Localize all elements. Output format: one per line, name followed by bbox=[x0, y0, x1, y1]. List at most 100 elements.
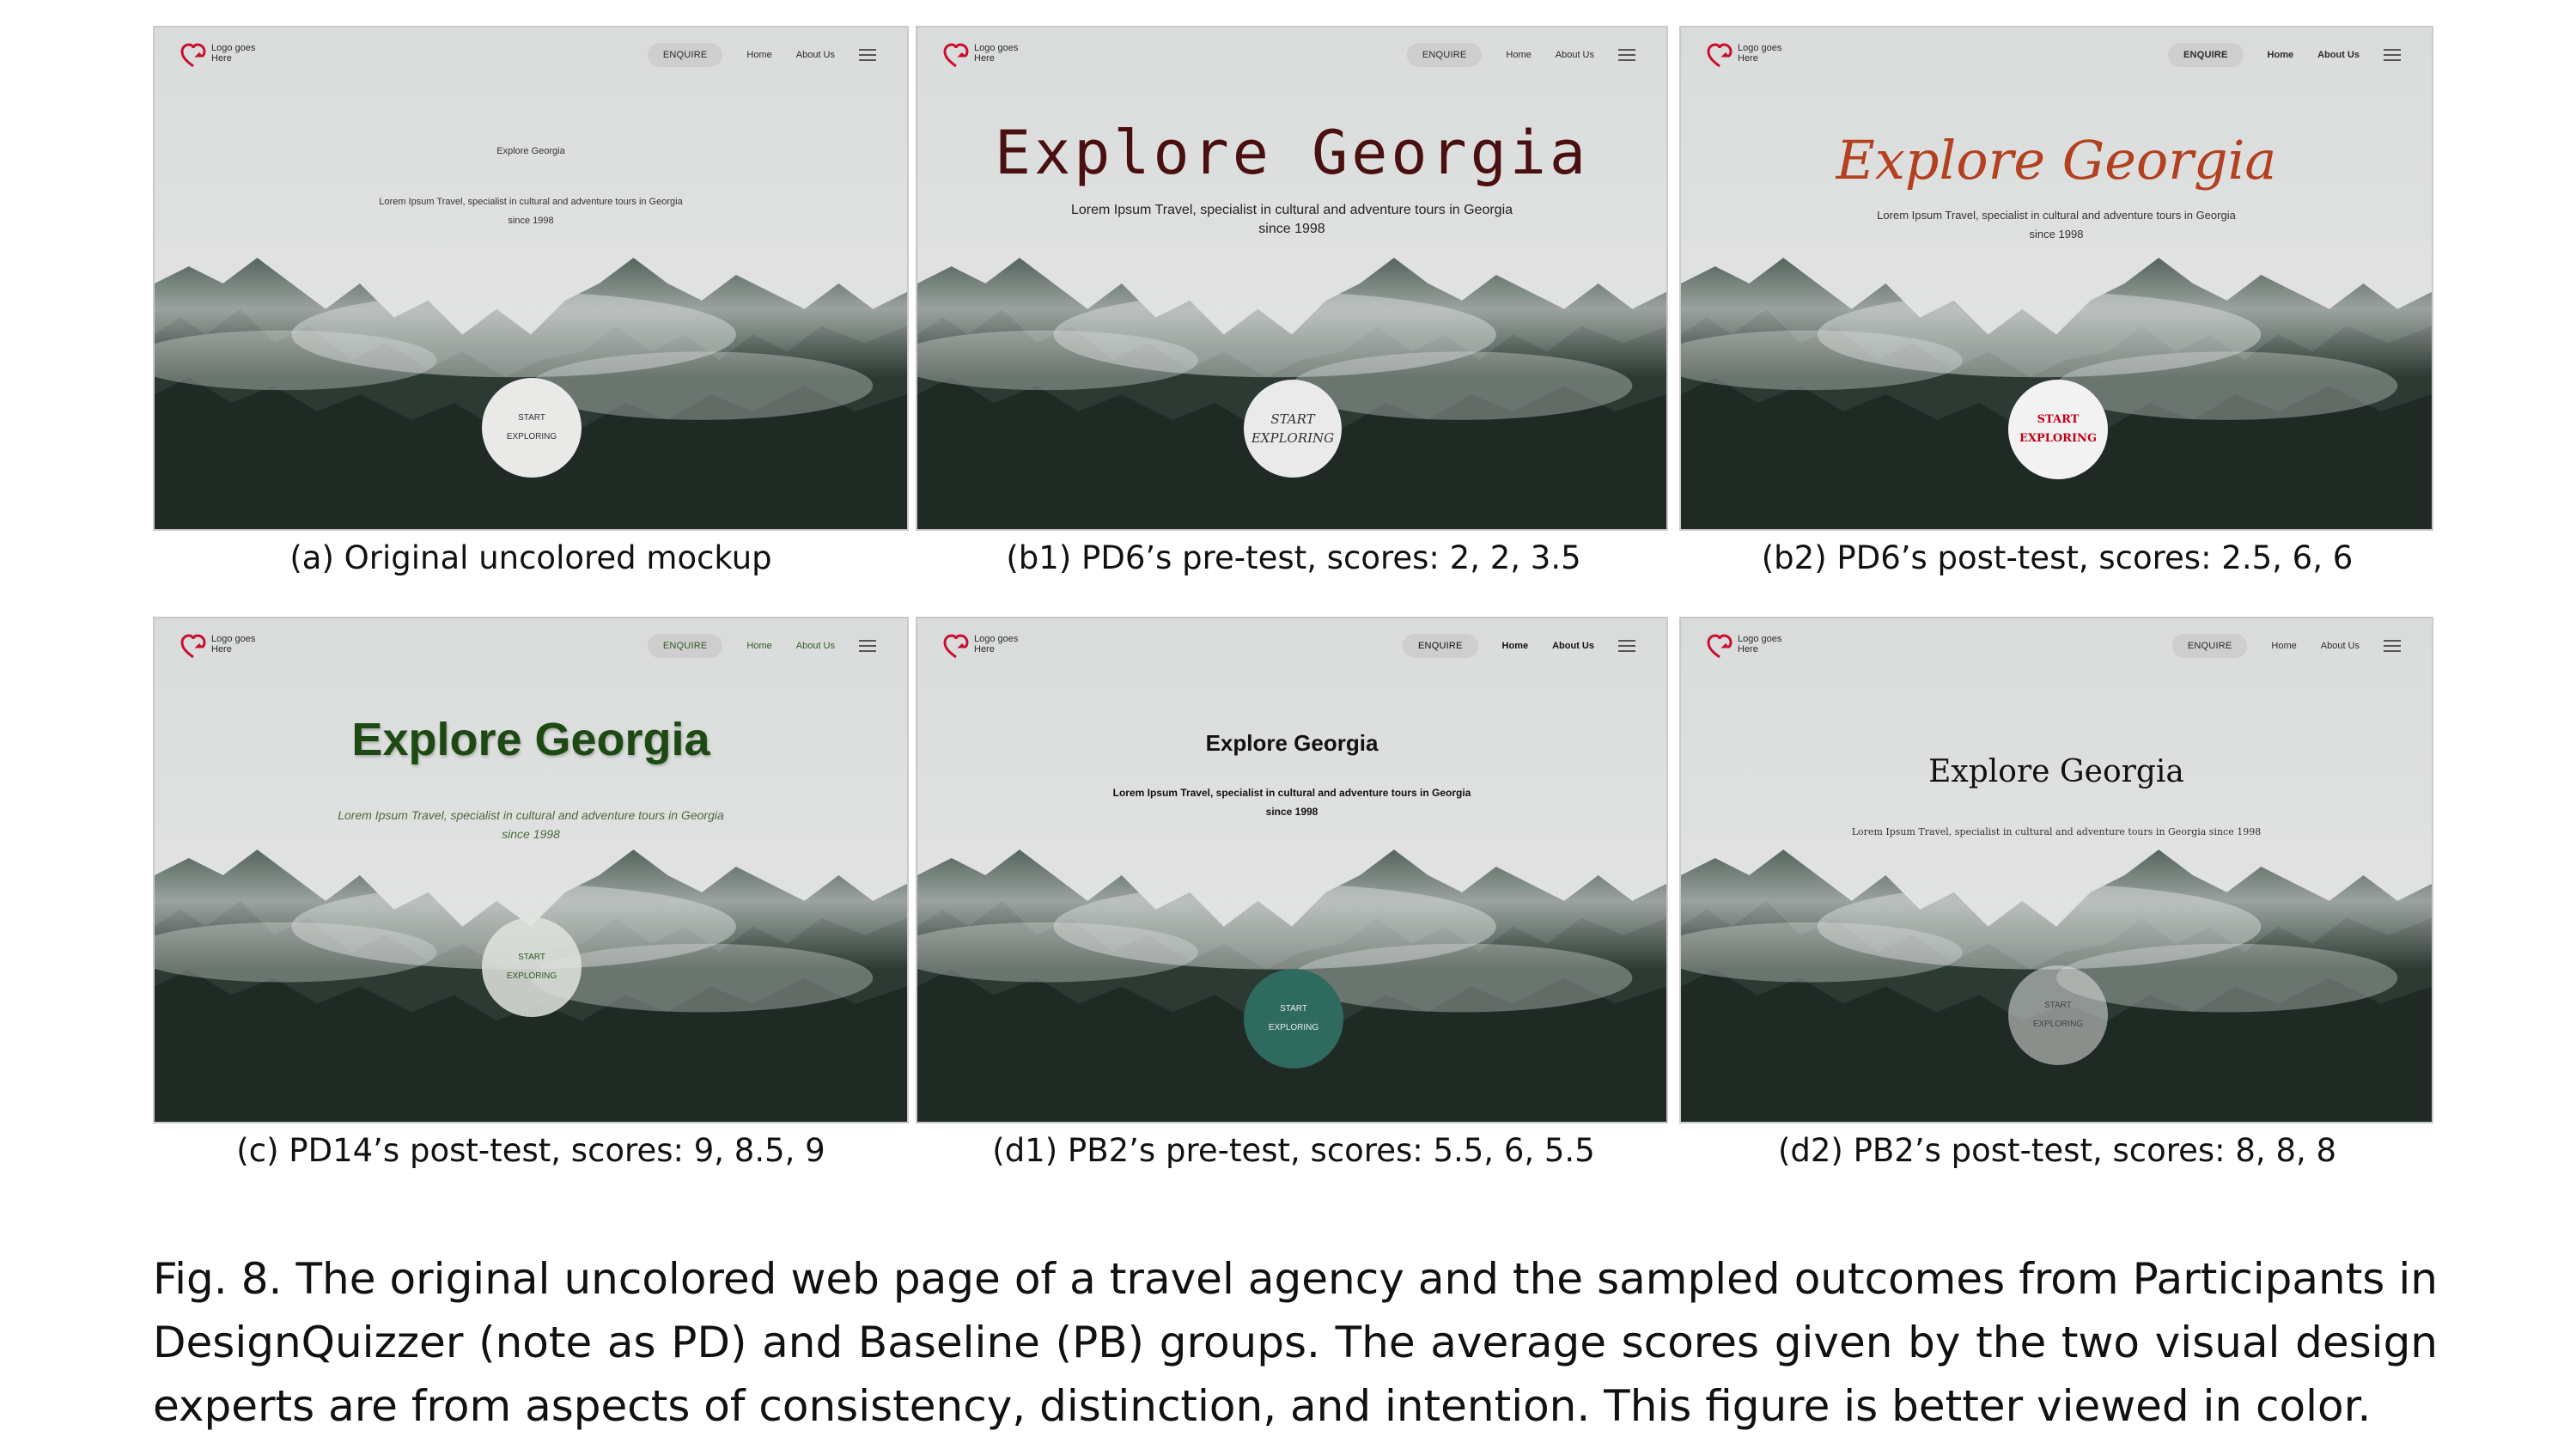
cta-line-2: EXPLORING bbox=[1268, 1023, 1319, 1032]
panel-d1: Logo goes Here ENQUIRE Home About Us Exp… bbox=[916, 617, 1668, 1123]
hero-subtitle-line-2: since 1998 bbox=[502, 827, 560, 841]
logo[interactable]: Logo goes Here bbox=[180, 43, 271, 69]
nav-bar: ENQUIRE Home About Us bbox=[2171, 634, 2401, 658]
logo-text: Logo goes Here bbox=[1738, 43, 1782, 64]
nav-enquire-button[interactable]: ENQUIRE bbox=[2168, 43, 2244, 67]
nav-home-link[interactable]: Home bbox=[2268, 50, 2294, 60]
logo-heart-icon bbox=[1707, 634, 1733, 659]
cta-line-2: EXPLORING bbox=[506, 432, 557, 441]
panel-b2: Logo goes Here ENQUIRE Home About Us Exp… bbox=[1679, 26, 2433, 531]
nav-bar: ENQUIRE Home About Us bbox=[1403, 634, 1635, 658]
logo[interactable]: Logo goes Here bbox=[943, 634, 1034, 660]
panel-d2: Logo goes Here ENQUIRE Home About Us Exp… bbox=[1679, 617, 2433, 1123]
start-exploring-button[interactable]: START EXPLORING bbox=[482, 378, 582, 478]
start-exploring-button[interactable]: START EXPLORING bbox=[1244, 380, 1342, 478]
hamburger-menu-icon[interactable] bbox=[859, 640, 876, 652]
hero-subtitle-line-2: since 1998 bbox=[2029, 228, 2084, 240]
hero-title: Explore Georgia bbox=[994, 118, 1590, 188]
hamburger-menu-icon[interactable] bbox=[1618, 49, 1635, 61]
nav-about-link[interactable]: About Us bbox=[2317, 50, 2360, 60]
start-exploring-button[interactable]: START EXPLORING bbox=[482, 917, 582, 1017]
caption-b1: (b1) PD6’s pre-test, scores: 2, 2, 3.5 bbox=[1006, 539, 1581, 576]
logo-heart-icon bbox=[1707, 43, 1733, 68]
cta-line-1: START bbox=[518, 953, 545, 962]
hero-subtitle-line-1: Lorem Ipsum Travel, specialist in cultur… bbox=[1112, 787, 1471, 799]
cta-line-2: EXPLORING bbox=[2019, 432, 2098, 445]
cta-line-1: START bbox=[2037, 413, 2080, 426]
panel-b1: Logo goes Here ENQUIRE Home About Us Exp… bbox=[916, 26, 1668, 531]
logo-text: Logo goes Here bbox=[974, 634, 1019, 654]
caption-d1: (d1) PB2’s pre-test, scores: 5.5, 6, 5.5 bbox=[992, 1132, 1595, 1169]
hero-subtitle-line-2: since 1998 bbox=[1265, 806, 1318, 818]
nav-home-link[interactable]: Home bbox=[1502, 641, 1529, 651]
hero-subtitle-line-1: Lorem Ipsum Travel, specialist in cultur… bbox=[379, 197, 683, 207]
start-exploring-button[interactable]: START EXPLORING bbox=[2008, 965, 2108, 1065]
hero-subtitle-line-1: Lorem Ipsum Travel, specialist in cultur… bbox=[1070, 203, 1513, 217]
logo[interactable]: Logo goes Here bbox=[180, 634, 271, 660]
nav-enquire-button[interactable]: ENQUIRE bbox=[647, 43, 723, 67]
caption-c: (c) PD14’s post-test, scores: 9, 8.5, 9 bbox=[236, 1132, 825, 1169]
hero-subtitle-line-2: since 1998 bbox=[508, 216, 554, 226]
figure-caption: Fig. 8. The original uncolored web page … bbox=[153, 1254, 2438, 1431]
nav-home-link[interactable]: Home bbox=[746, 50, 771, 60]
hamburger-menu-icon[interactable] bbox=[2384, 640, 2401, 652]
panel-a: Logo goes Here ENQUIRE Home About Us Exp… bbox=[153, 26, 909, 531]
nav-about-link[interactable]: About Us bbox=[796, 50, 835, 60]
hero-subtitle: Lorem Ipsum Travel, specialist in cultur… bbox=[1051, 783, 1532, 821]
hero-subtitle: Lorem Ipsum Travel, specialist in cultur… bbox=[290, 806, 771, 843]
hamburger-menu-icon[interactable] bbox=[859, 49, 876, 61]
logo-text: Logo goes Here bbox=[211, 634, 256, 654]
nav-bar: ENQUIRE Home About Us bbox=[647, 634, 876, 658]
start-exploring-button[interactable]: START EXPLORING bbox=[2008, 380, 2108, 479]
logo-text: Logo goes Here bbox=[211, 43, 256, 64]
nav-about-link[interactable]: About Us bbox=[1556, 50, 1594, 60]
nav-about-link[interactable]: About Us bbox=[2321, 641, 2360, 651]
hero-title: Explore Georgia bbox=[1928, 754, 2184, 789]
logo[interactable]: Logo goes Here bbox=[1707, 634, 1798, 660]
forest-background-image bbox=[155, 618, 907, 1122]
hero-subtitle-line-1: Lorem Ipsum Travel, specialist in cultur… bbox=[338, 808, 724, 822]
hero-subtitle: Lorem Ipsum Travel, specialist in cultur… bbox=[1816, 206, 2297, 244]
hero-title: Explore Georgia bbox=[1836, 129, 2277, 192]
caption-a: (a) Original uncolored mockup bbox=[289, 539, 772, 576]
hero-subtitle-line-2: since 1998 bbox=[1258, 222, 1325, 236]
nav-bar: ENQUIRE Home About Us bbox=[1406, 43, 1635, 67]
cta-line-2: EXPLORING bbox=[506, 971, 557, 981]
nav-enquire-button[interactable]: ENQUIRE bbox=[647, 634, 723, 658]
logo-heart-icon bbox=[943, 43, 969, 68]
hero-title: Explore Georgia bbox=[1205, 730, 1379, 756]
nav-about-link[interactable]: About Us bbox=[1552, 641, 1594, 651]
start-exploring-button[interactable]: START EXPLORING bbox=[1244, 969, 1343, 1068]
nav-enquire-button[interactable]: ENQUIRE bbox=[1406, 43, 1483, 67]
logo-heart-icon bbox=[180, 43, 206, 68]
logo-text: Logo goes Here bbox=[1738, 634, 1782, 654]
cta-line-1: START bbox=[1280, 1004, 1307, 1014]
cta-line-2: EXPLORING bbox=[1251, 430, 1335, 446]
cta-line-1: START bbox=[518, 413, 545, 423]
caption-b2: (b2) PD6’s post-test, scores: 2.5, 6, 6 bbox=[1761, 539, 2354, 576]
logo-heart-icon bbox=[180, 634, 206, 659]
hero-title: Explore Georgia bbox=[351, 714, 710, 765]
logo[interactable]: Logo goes Here bbox=[943, 43, 1034, 69]
hamburger-menu-icon[interactable] bbox=[2384, 49, 2401, 61]
hero-subtitle: Lorem Ipsum Travel, specialist in cultur… bbox=[1851, 826, 2262, 837]
hero-title: Explore Georgia bbox=[496, 146, 565, 156]
nav-home-link[interactable]: Home bbox=[1506, 50, 1531, 60]
hamburger-menu-icon[interactable] bbox=[1618, 640, 1635, 652]
panel-c: Logo goes Here ENQUIRE Home About Us Exp… bbox=[153, 617, 909, 1123]
hero-subtitle: Lorem Ipsum Travel, specialist in cultur… bbox=[290, 192, 771, 230]
hero-subtitle: Lorem Ipsum Travel, specialist in cultur… bbox=[1026, 201, 1558, 239]
cta-line-2: EXPLORING bbox=[2032, 1020, 2084, 1029]
hero-subtitle-line-1: Lorem Ipsum Travel, specialist in cultur… bbox=[1877, 209, 2236, 222]
nav-enquire-button[interactable]: ENQUIRE bbox=[2171, 634, 2248, 658]
logo[interactable]: Logo goes Here bbox=[1707, 43, 1798, 69]
nav-bar: ENQUIRE Home About Us bbox=[2168, 43, 2401, 67]
nav-enquire-button[interactable]: ENQUIRE bbox=[1403, 634, 1478, 658]
nav-bar: ENQUIRE Home About Us bbox=[647, 43, 876, 67]
caption-d2: (d2) PB2’s post-test, scores: 8, 8, 8 bbox=[1777, 1132, 2337, 1169]
cta-line-1: START bbox=[1270, 411, 1315, 427]
cta-line-1: START bbox=[2044, 1001, 2072, 1010]
nav-about-link[interactable]: About Us bbox=[796, 641, 835, 651]
nav-home-link[interactable]: Home bbox=[746, 641, 771, 651]
nav-home-link[interactable]: Home bbox=[2271, 641, 2296, 651]
